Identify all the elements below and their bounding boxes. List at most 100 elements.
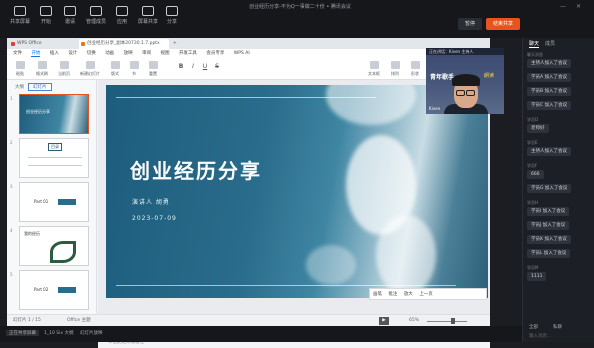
brand-text-right: 朗读 bbox=[484, 73, 495, 79]
menu-developer[interactable]: 开发工具 bbox=[179, 51, 197, 56]
close-icon[interactable]: ✕ bbox=[576, 3, 581, 10]
chat-sender-label: 学员H bbox=[527, 200, 539, 205]
thumb-slide-5[interactable]: Part 02 bbox=[19, 270, 89, 310]
menu-member[interactable]: 会员专享 bbox=[206, 51, 224, 56]
start-button[interactable]: 开始 bbox=[34, 6, 58, 34]
wps-logo-icon bbox=[11, 42, 15, 46]
menu-home[interactable]: 开始 bbox=[31, 51, 41, 57]
main-slide[interactable]: 创业经历分享 演讲人 胡勇 2023-07-09 bbox=[106, 85, 488, 298]
menu-design[interactable]: 设计 bbox=[68, 51, 77, 56]
format-painter-button[interactable]: 格式刷 bbox=[33, 60, 51, 78]
thumb-line bbox=[28, 165, 82, 166]
filter-private[interactable]: 私聊 bbox=[553, 324, 562, 330]
pen-tool[interactable]: 画笔 bbox=[373, 292, 382, 297]
thumb-title: Part 01 bbox=[34, 199, 49, 204]
brand-text: 青年歌手 bbox=[430, 74, 455, 81]
strike-button[interactable]: S bbox=[213, 60, 221, 78]
bold-button[interactable]: B bbox=[177, 60, 185, 78]
play-icon bbox=[40, 6, 52, 16]
menu-transition[interactable]: 切换 bbox=[87, 51, 96, 56]
thumb-title: 我的经历 bbox=[24, 231, 40, 236]
arrange-icon bbox=[390, 61, 400, 69]
thumb-line bbox=[28, 157, 82, 158]
menu-insert[interactable]: 插入 bbox=[50, 51, 59, 56]
new-tab-button[interactable]: + bbox=[171, 39, 181, 49]
speaker-video[interactable]: 青年歌手 朗读 正在讲话：Kiven 主持人 Kiven bbox=[426, 48, 504, 114]
thumb-slide-3[interactable]: Part 01 bbox=[19, 182, 89, 222]
thumb-title: 创业经历分享 bbox=[26, 109, 50, 114]
menu-review[interactable]: 审阅 bbox=[142, 51, 151, 56]
tab-wps-home[interactable]: WPS Office bbox=[9, 39, 75, 49]
ribbon: 粘贴 格式刷 当前页 新建幻灯片 版式 节 重置 B I U S 文本框 排列 … bbox=[7, 58, 490, 80]
chat-message: 学员J 加入了会议 bbox=[527, 221, 570, 230]
section-icon bbox=[129, 61, 139, 69]
zoom-slider[interactable] bbox=[427, 321, 467, 322]
tab-document[interactable]: 创业经历分享_副本20730.1.7.pptx bbox=[79, 39, 169, 49]
minimize-icon[interactable]: — bbox=[560, 3, 566, 10]
screen-share-button[interactable]: 屏幕共享 bbox=[136, 6, 160, 34]
slide-title[interactable]: 创业经历分享 bbox=[130, 155, 262, 184]
taskbar-outline[interactable]: 1_10 Six 大纲 bbox=[44, 330, 73, 336]
section-button[interactable]: 节 bbox=[127, 60, 141, 78]
new-slide-button[interactable]: 新建幻灯片 bbox=[77, 60, 103, 78]
reset-button[interactable]: 重置 bbox=[145, 60, 161, 78]
textbox-icon bbox=[369, 61, 379, 69]
textbox-button[interactable]: 文本框 bbox=[365, 60, 383, 78]
brush-icon bbox=[37, 61, 47, 69]
paste-button[interactable]: 粘贴 bbox=[11, 60, 29, 78]
italic-button[interactable]: I bbox=[189, 60, 197, 78]
annotate-tool[interactable]: 批注 bbox=[388, 292, 397, 297]
thumb-slide-4[interactable]: 我的经历 bbox=[19, 226, 89, 266]
play-slideshow-icon[interactable]: ▶ bbox=[379, 317, 389, 325]
menu-file[interactable]: 文件 bbox=[13, 51, 22, 56]
paste-icon bbox=[15, 61, 25, 69]
share-icon bbox=[142, 6, 154, 16]
chat-input[interactable]: 输入消息... bbox=[529, 333, 551, 339]
pause-button[interactable]: 暂停 bbox=[458, 18, 482, 30]
page-icon bbox=[59, 61, 69, 69]
chat-message: 主持人加入了会议 bbox=[527, 59, 571, 68]
tab-chat[interactable]: 聊天 bbox=[529, 41, 540, 48]
menu-ai[interactable]: WPS AI bbox=[234, 51, 250, 56]
prev-page-tool[interactable]: 上一页 bbox=[419, 292, 433, 297]
chat-tabs: 聊天 成员 bbox=[529, 40, 561, 48]
chat-panel: 聊天 成员 聊天消息 主持人加入了会议 学员A 加入了会议 学员B 加入了会议 学员C 加… bbox=[522, 38, 594, 342]
forward-button[interactable]: 分享 bbox=[160, 6, 184, 34]
tab-members[interactable]: 成员 bbox=[545, 41, 555, 47]
taskbar-slideshow[interactable]: 幻灯片放映 bbox=[80, 330, 103, 336]
zoom-tool[interactable]: 放大 bbox=[404, 292, 413, 297]
slide-speaker[interactable]: 演讲人 胡勇 bbox=[132, 197, 170, 206]
thumb-number: 2 bbox=[10, 140, 13, 145]
chat-message: 学员L 加入了会议 bbox=[527, 249, 571, 258]
chat-message: 学员G 加入了会议 bbox=[527, 184, 572, 193]
sharing-indicator[interactable]: 正在共享屏幕 bbox=[6, 330, 39, 336]
arrange-button[interactable]: 排列 bbox=[387, 60, 403, 78]
slide-date[interactable]: 2023-07-09 bbox=[132, 215, 177, 222]
tab-outline[interactable]: 大纲 bbox=[11, 84, 28, 92]
menu-view[interactable]: 视图 bbox=[161, 51, 170, 56]
zoom-slider-handle[interactable] bbox=[451, 318, 455, 324]
filter-all[interactable]: 全部 bbox=[529, 324, 538, 330]
slide-thumbnail-panel: 大纲 幻灯片 1 创业经历分享 2 目录 3 Part 01 4 我的经历 5 P… bbox=[7, 80, 97, 326]
menu-animation[interactable]: 动画 bbox=[105, 51, 114, 56]
shape-button[interactable]: 形状 bbox=[407, 60, 423, 78]
share-screen-button[interactable]: 共享屏幕 bbox=[8, 6, 32, 34]
menu-slideshow[interactable]: 放映 bbox=[124, 51, 133, 56]
manage-members-button[interactable]: 管理成员 bbox=[84, 6, 108, 34]
current-page-button[interactable]: 当前页 bbox=[55, 60, 73, 78]
apps-button[interactable]: 应用 bbox=[110, 6, 134, 34]
underline-button[interactable]: U bbox=[201, 60, 209, 78]
invite-button[interactable]: 邀请 bbox=[58, 6, 82, 34]
thumb-slide-1[interactable]: 创业经历分享 bbox=[19, 94, 89, 134]
end-share-button[interactable]: 结束共享 bbox=[486, 18, 520, 30]
thumb-slide-2[interactable]: 目录 bbox=[19, 138, 89, 178]
layout-button[interactable]: 版式 bbox=[107, 60, 123, 78]
tab-slides[interactable]: 幻灯片 bbox=[28, 83, 52, 91]
chat-message: 主持人加入了会议 bbox=[527, 147, 571, 156]
thumb-title: Part 02 bbox=[34, 287, 49, 292]
members-icon bbox=[90, 6, 102, 16]
glasses-left bbox=[456, 90, 465, 96]
thumb-number: 5 bbox=[10, 272, 13, 277]
speaker-name: Kiven bbox=[429, 106, 441, 111]
pptx-file-icon bbox=[81, 42, 85, 46]
